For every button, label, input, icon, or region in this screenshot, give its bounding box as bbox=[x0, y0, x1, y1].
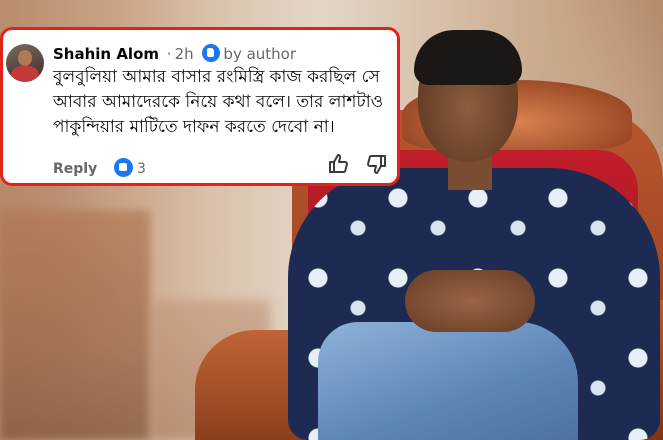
author-label: by author bbox=[223, 45, 297, 63]
thumbs-up-icon[interactable] bbox=[327, 152, 351, 176]
background-shelf-left bbox=[0, 210, 150, 440]
reaction-count[interactable]: 3 bbox=[137, 161, 146, 177]
person-jeans bbox=[318, 322, 578, 440]
thumbs-down-icon[interactable] bbox=[364, 152, 388, 176]
comment-time[interactable]: 2h bbox=[175, 45, 194, 63]
avatar-face bbox=[18, 50, 32, 66]
author-badge-icon bbox=[202, 44, 221, 62]
comment-text: বুলবুলিয়া আমার বাসার রংমিস্ত্রি কাজ করছ… bbox=[53, 67, 384, 137]
comment-header: Shahin Alom · 2h by author bbox=[53, 44, 296, 63]
person-hands bbox=[405, 270, 535, 332]
reply-button[interactable]: Reply bbox=[53, 161, 97, 177]
author-name[interactable]: Shahin Alom bbox=[53, 45, 159, 63]
comment-card: Shahin Alom · 2h by author বুলবুলিয়া আমা… bbox=[0, 27, 400, 186]
like-icon bbox=[114, 158, 133, 177]
avatar-body bbox=[11, 66, 39, 82]
separator-dot: · bbox=[166, 45, 172, 63]
person-hair bbox=[414, 30, 522, 85]
avatar[interactable] bbox=[6, 44, 44, 82]
